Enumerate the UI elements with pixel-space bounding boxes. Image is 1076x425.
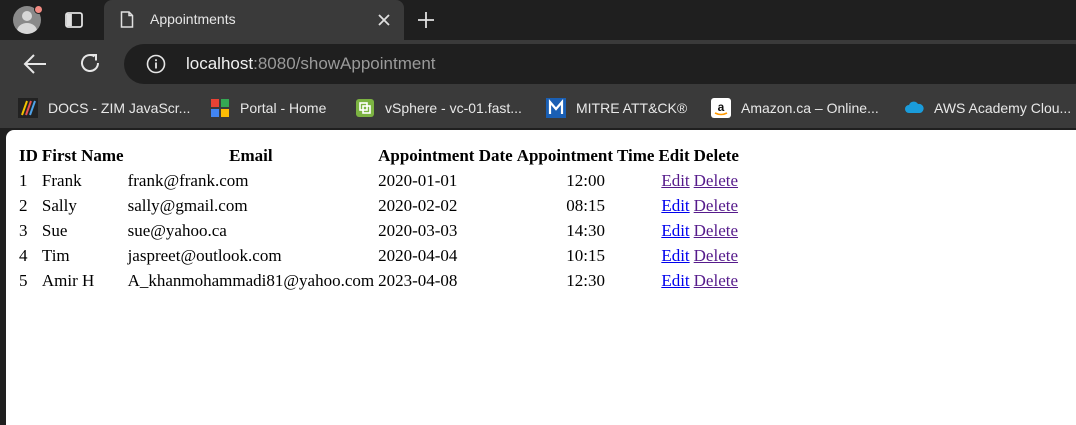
- cell-delete: Delete: [693, 194, 740, 217]
- cell-time: 14:30: [566, 220, 605, 240]
- cell-first-name: Sue: [41, 220, 68, 240]
- delete-link[interactable]: Delete: [694, 271, 738, 290]
- bookmark-amazon[interactable]: a Amazon.ca – Online...: [711, 97, 879, 119]
- bookmark-label: AWS Academy Clou...: [934, 100, 1072, 116]
- cell-id: 1: [19, 170, 28, 190]
- cell-delete: Delete: [693, 169, 740, 192]
- tab-actions-icon[interactable]: [64, 10, 84, 30]
- cell-first-name: Amir H: [41, 270, 95, 290]
- cell-date: 2023-04-08: [378, 270, 458, 290]
- bookmark-label: DOCS - ZIM JavaScr...: [48, 100, 191, 116]
- close-icon[interactable]: [375, 11, 393, 29]
- reload-icon[interactable]: [78, 51, 102, 75]
- edit-link[interactable]: Edit: [661, 171, 689, 190]
- delete-link[interactable]: Delete: [694, 221, 738, 240]
- bookmark-portal-home[interactable]: Portal - Home: [210, 97, 326, 119]
- header-first-name: First Name: [41, 146, 124, 165]
- profile-notification-dot: [34, 5, 43, 14]
- cell-id: 5: [19, 270, 28, 290]
- url-text[interactable]: localhost:8080/showAppointment: [186, 54, 436, 74]
- vsphere-icon: [356, 99, 374, 117]
- browser-toolbar: localhost:8080/showAppointment: [0, 40, 1076, 88]
- tab-appointments[interactable]: Appointments: [104, 0, 404, 40]
- page-content: ID First Name Email Appointment Date App…: [6, 130, 1076, 425]
- cell-delete: Delete: [693, 269, 740, 292]
- cell-date: 2020-03-03: [378, 220, 458, 240]
- cell-first-name: Tim: [41, 245, 70, 265]
- cell-email: frank@frank.com: [127, 170, 249, 190]
- back-arrow-icon[interactable]: [22, 52, 48, 76]
- site-info-icon[interactable]: [146, 54, 166, 74]
- cell-delete: Delete: [693, 219, 740, 242]
- delete-link[interactable]: Delete: [694, 246, 738, 265]
- cell-date: 2020-01-01: [378, 170, 458, 190]
- cell-date: 2020-04-04: [378, 245, 458, 265]
- bookmark-zim-docs[interactable]: DOCS - ZIM JavaScr...: [18, 97, 190, 119]
- url-host: localhost: [186, 54, 254, 73]
- portal-grid-icon: [211, 99, 229, 117]
- cell-delete: Delete: [693, 244, 740, 267]
- cell-id: 2: [19, 195, 28, 215]
- cell-time: 12:00: [566, 170, 605, 190]
- edit-link[interactable]: Edit: [661, 196, 689, 215]
- header-id: ID: [19, 146, 38, 165]
- cell-edit: Edit: [657, 269, 690, 292]
- new-tab-icon[interactable]: [415, 9, 437, 31]
- cell-edit: Edit: [657, 219, 690, 242]
- table-row: 2 Sally sally@gmail.com 2020-02-02 08:15…: [18, 194, 740, 217]
- bookmark-label: Amazon.ca – Online...: [741, 100, 879, 116]
- cell-time: 12:30: [566, 270, 605, 290]
- appointments-table: ID First Name Email Appointment Date App…: [16, 143, 742, 294]
- edit-link[interactable]: Edit: [661, 221, 689, 240]
- aws-cloud-icon: [905, 101, 924, 113]
- table-row: 1 Frank frank@frank.com 2020-01-01 12:00…: [18, 169, 740, 192]
- table-row: 5 Amir H A_khanmohammadi81@yahoo.com 202…: [18, 269, 740, 292]
- tab-title: Appointments: [150, 11, 236, 27]
- address-bar[interactable]: localhost:8080/showAppointment: [124, 44, 1076, 84]
- cell-first-name: Frank: [41, 170, 82, 190]
- bookmark-vsphere[interactable]: vSphere - vc-01.fast...: [355, 97, 522, 119]
- header-email: Email: [229, 146, 273, 165]
- header-appointment-date: Appointment Date: [378, 146, 513, 165]
- table-row: 4 Tim jaspreet@outlook.com 2020-04-04 10…: [18, 244, 740, 267]
- avatar-head: [22, 11, 32, 21]
- cell-email: sally@gmail.com: [127, 195, 248, 215]
- cell-date: 2020-02-02: [378, 195, 458, 215]
- cell-edit: Edit: [657, 244, 690, 267]
- cell-id: 4: [19, 245, 28, 265]
- bookmark-aws-academy[interactable]: AWS Academy Clou...: [904, 97, 1071, 119]
- header-appointment-time: Appointment Time: [516, 146, 655, 165]
- bookmarks-bar: DOCS - ZIM JavaScr... Portal - Home vSph…: [0, 88, 1076, 128]
- delete-link[interactable]: Delete: [694, 196, 738, 215]
- cell-time: 08:15: [566, 195, 605, 215]
- cell-edit: Edit: [657, 169, 690, 192]
- cell-edit: Edit: [657, 194, 690, 217]
- bookmark-label: Portal - Home: [240, 100, 327, 116]
- amazon-icon: a: [711, 98, 731, 118]
- bookmark-label: MITRE ATT&CK®: [576, 100, 688, 116]
- edit-link[interactable]: Edit: [661, 271, 689, 290]
- url-path: :8080/showAppointment: [253, 54, 436, 73]
- table-row: 3 Sue sue@yahoo.ca 2020-03-03 14:30 Edit…: [18, 219, 740, 242]
- avatar-body: [17, 23, 37, 34]
- mitre-icon: [546, 98, 566, 118]
- edit-link[interactable]: Edit: [661, 246, 689, 265]
- cell-first-name: Sally: [41, 195, 77, 215]
- cell-email: jaspreet@outlook.com: [127, 245, 282, 265]
- header-edit: Edit: [658, 146, 690, 165]
- table-header-row: ID First Name Email Appointment Date App…: [18, 145, 740, 167]
- cell-email: A_khanmohammadi81@yahoo.com: [127, 270, 375, 290]
- tab-strip: Appointments: [0, 0, 1076, 40]
- cell-time: 10:15: [566, 245, 605, 265]
- document-icon: [120, 11, 134, 28]
- cell-email: sue@yahoo.ca: [127, 220, 227, 240]
- delete-link[interactable]: Delete: [694, 171, 738, 190]
- cell-id: 3: [19, 220, 28, 240]
- svg-text:a: a: [718, 100, 725, 114]
- header-delete: Delete: [693, 146, 739, 165]
- bookmark-mitre[interactable]: MITRE ATT&CK®: [546, 97, 687, 119]
- zim-docs-icon: [18, 98, 38, 118]
- bookmark-label: vSphere - vc-01.fast...: [385, 100, 522, 116]
